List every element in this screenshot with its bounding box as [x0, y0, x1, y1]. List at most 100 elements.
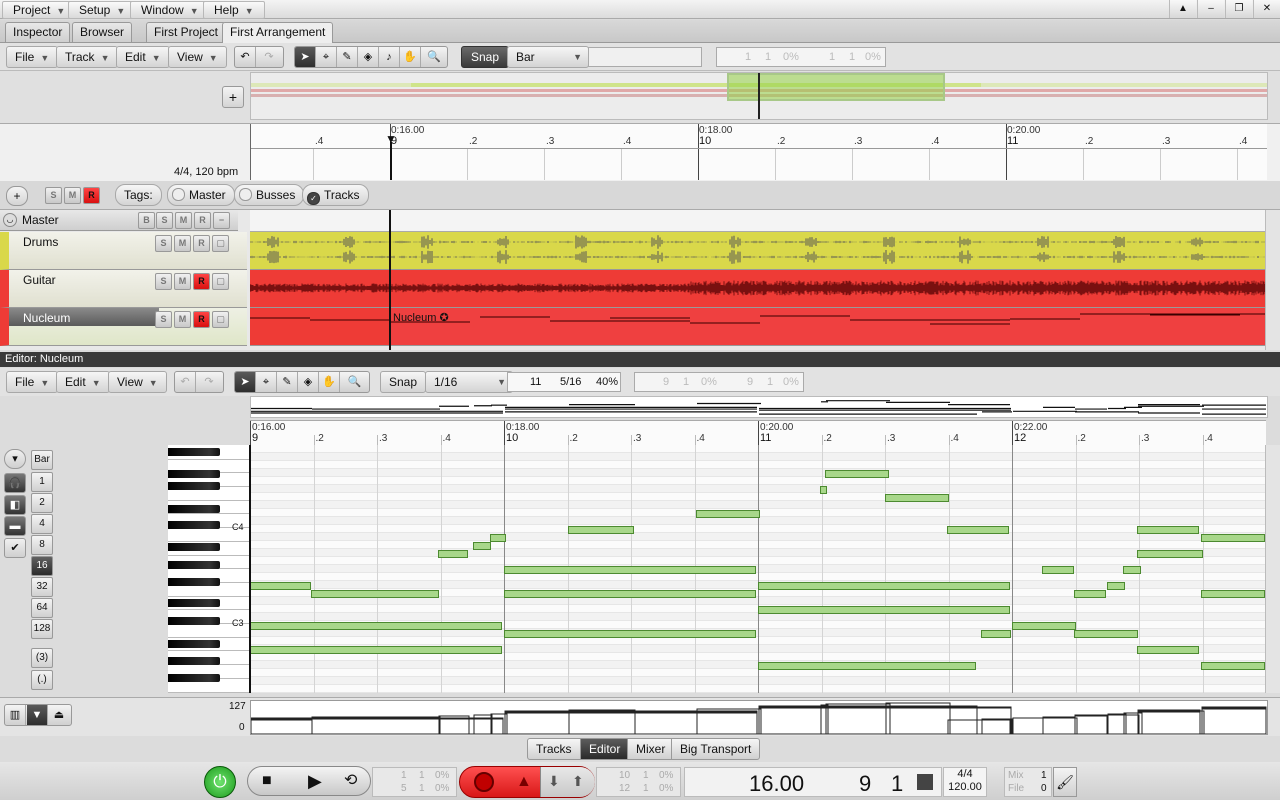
record-button[interactable]: R — [193, 235, 210, 252]
midi-note[interactable] — [473, 542, 491, 550]
midi-note[interactable] — [1201, 590, 1265, 598]
view-menu-button[interactable]: View ▼ — [168, 46, 227, 68]
midi-note[interactable] — [1137, 526, 1199, 534]
midi-note[interactable] — [1137, 646, 1199, 654]
solo-button[interactable]: S — [155, 311, 172, 328]
black-key[interactable] — [168, 448, 220, 456]
add-track-button[interactable]: + — [222, 86, 244, 108]
tab-inspector[interactable]: Inspector — [5, 22, 71, 42]
tab-browser[interactable]: Browser — [72, 22, 133, 42]
hand-tool-icon[interactable]: ✋ — [319, 372, 340, 392]
midi-note[interactable] — [1012, 622, 1076, 630]
redo-icon[interactable]: ↷ — [199, 372, 219, 392]
black-key[interactable] — [168, 543, 220, 551]
quantize-bar[interactable]: Bar — [31, 450, 53, 470]
quantize-8[interactable]: 8 — [31, 535, 53, 555]
mix-file-display[interactable]: Mix 1 File 0 — [1004, 767, 1052, 797]
guitar-lane[interactable] — [250, 270, 1266, 308]
pencil-tool-icon[interactable]: ✎ — [337, 47, 358, 67]
arrow-tool-icon[interactable]: ➤ — [295, 47, 316, 67]
time-display[interactable]: 16.00 9 1 — [684, 767, 942, 797]
tab-editor[interactable]: Editor — [580, 738, 630, 760]
solo-all-button[interactable]: S — [45, 187, 62, 204]
quantize-16[interactable]: 16 — [31, 556, 53, 576]
black-key[interactable] — [168, 470, 220, 478]
range-tool-icon[interactable]: ⌖ — [316, 47, 337, 67]
keyboard-icon[interactable]: ▬ — [4, 516, 26, 536]
tag-busses[interactable]: Busses — [234, 184, 305, 206]
midi-note[interactable] — [490, 534, 506, 542]
stop-icon[interactable]: ■ — [262, 767, 272, 795]
midi-note[interactable] — [1074, 590, 1106, 598]
tracks-scrollbar[interactable] — [1265, 210, 1280, 350]
track-header-guitar[interactable]: Guitar S M R ▢ — [0, 270, 247, 308]
quantize-1[interactable]: 1 — [31, 472, 53, 492]
record-button[interactable]: R — [193, 273, 210, 290]
velocity-ramp-icon[interactable]: ⏏ — [49, 705, 69, 725]
editor-file-menu[interactable]: File ▼ — [6, 371, 59, 393]
bus-button[interactable]: B — [138, 212, 155, 229]
tag-tracks[interactable]: ✓ Tracks — [302, 184, 369, 206]
quantize-dotted[interactable]: (.) — [31, 670, 53, 690]
track-header-drums[interactable]: Drums S M R ▢ — [0, 232, 247, 270]
arrow-tool-icon[interactable]: ➤ — [235, 372, 256, 392]
play-icon[interactable]: ▶ — [308, 767, 322, 795]
quantize-64[interactable]: 64 — [31, 598, 53, 618]
monitor-icon[interactable]: ▢ — [212, 273, 229, 290]
velocity-bars-icon[interactable]: ▥ — [5, 705, 26, 725]
record-icon[interactable] — [474, 772, 494, 792]
editor-overview[interactable] — [250, 396, 1268, 418]
midi-note[interactable] — [504, 566, 756, 574]
loop-icon[interactable]: ⟲ — [344, 767, 357, 795]
left-locator-display[interactable]: 1 1 0% 5 1 0% — [372, 767, 457, 797]
track-menu-button[interactable]: Track ▼ — [56, 46, 119, 68]
zoom-tool-icon[interactable]: 🔍 — [421, 47, 447, 67]
punch-out-icon[interactable]: ⬆ — [572, 773, 584, 790]
solo-button[interactable]: S — [156, 212, 173, 229]
solo-button[interactable]: S — [155, 235, 172, 252]
scroll-down-icon[interactable]: ▾ — [4, 449, 26, 469]
menu-project[interactable]: Project ▼ — [2, 1, 77, 19]
drums-lane[interactable] — [250, 232, 1266, 270]
punch-in-icon[interactable]: ⬇ — [548, 773, 560, 790]
eraser-tool-icon[interactable]: ◈ — [298, 372, 319, 392]
collapse-icon[interactable]: ◡ — [3, 213, 17, 227]
snap-value-select[interactable]: Bar ▼ — [507, 46, 589, 68]
solo-button[interactable]: S — [155, 273, 172, 290]
mute-button[interactable]: M — [174, 235, 191, 252]
master-lane[interactable] — [250, 210, 1266, 232]
midi-note[interactable] — [981, 630, 1011, 638]
midi-note[interactable] — [1201, 662, 1265, 670]
tab-mixer[interactable]: Mixer — [627, 738, 675, 760]
panel-icon[interactable]: ◧ — [4, 495, 26, 515]
piano-roll-grid[interactable] — [250, 445, 1266, 693]
midi-note[interactable] — [825, 470, 889, 478]
midi-note[interactable] — [250, 646, 502, 654]
black-key[interactable] — [168, 617, 220, 625]
menu-help[interactable]: Help ▼ — [203, 1, 265, 19]
display-mode-icon[interactable] — [917, 774, 933, 790]
checkmark-icon[interactable]: ✔ — [4, 538, 26, 558]
zoom-tool-icon[interactable]: 🔍 — [340, 372, 369, 392]
close-icon[interactable]: ✕ — [1253, 0, 1280, 18]
metronome-icon[interactable]: ▲ — [516, 773, 532, 791]
arrangement-ruler[interactable]: .4.2.3.4.2.3.4.2.3.4 0:16.00 9 0:18.00 10 0:2… — [250, 124, 1267, 180]
eraser-tool-icon[interactable]: ◈ — [358, 47, 379, 67]
black-key[interactable] — [168, 599, 220, 607]
midi-note[interactable] — [504, 630, 756, 638]
snap-toggle[interactable]: Snap — [461, 46, 510, 68]
monitor-icon[interactable]: ▢ — [212, 311, 229, 328]
record-button[interactable]: R — [194, 212, 211, 229]
midi-note[interactable] — [250, 582, 311, 590]
menu-setup[interactable]: Setup ▼ — [68, 1, 137, 19]
editor-scrollbar[interactable] — [1265, 445, 1280, 693]
add-icon[interactable]: + — [6, 186, 28, 206]
mute-all-button[interactable]: M — [64, 187, 81, 204]
piano-keyboard[interactable]: C4 C3 — [168, 445, 250, 693]
tab-tracks[interactable]: Tracks — [527, 738, 581, 760]
menu-window[interactable]: Window ▼ — [130, 1, 210, 19]
range-tool-icon[interactable]: ⌖ — [256, 372, 277, 392]
tab-first-arrangement[interactable]: First Arrangement — [222, 22, 334, 43]
black-key[interactable] — [168, 640, 220, 648]
restore-icon[interactable]: ❐ — [1225, 0, 1252, 18]
